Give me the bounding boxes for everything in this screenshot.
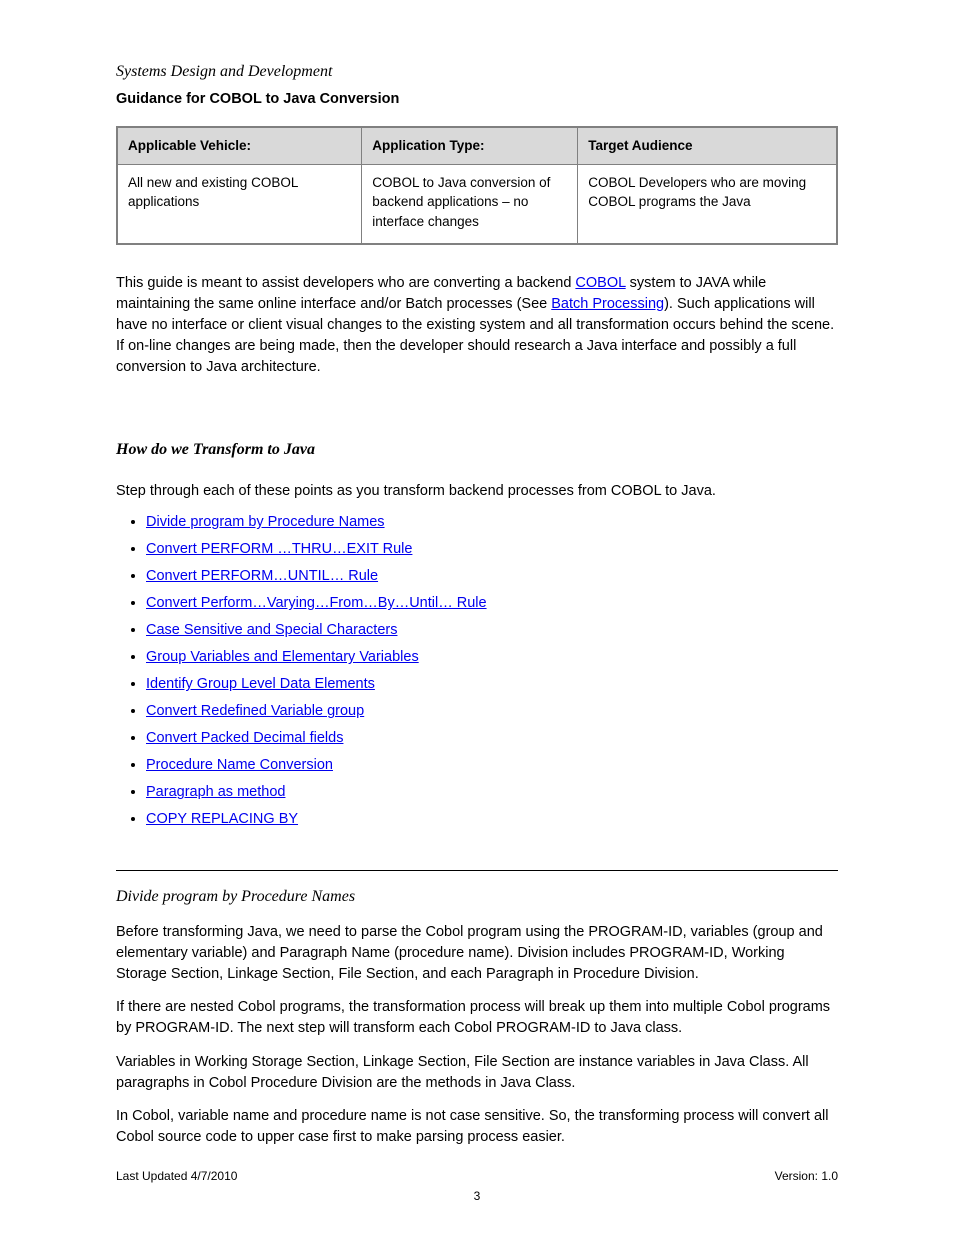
step-link[interactable]: Paragraph as method [146,784,285,800]
step-link[interactable]: Group Variables and Elementary Variables [146,649,419,665]
th-apptype: Application Type: [362,127,578,164]
step-link[interactable]: Convert PERFORM…UNTIL… Rule [146,568,378,584]
link-cobol[interactable]: COBOL [575,275,625,291]
body-paragraph: If there are nested Cobol programs, the … [116,997,838,1039]
step-link[interactable]: Convert Packed Decimal fields [146,730,343,746]
body-paragraph: Before transforming Java, we need to par… [116,922,838,985]
list-item: Procedure Name Conversion [146,755,838,776]
link-batch-processing[interactable]: Batch Processing [551,296,664,312]
step-link[interactable]: Divide program by Procedure Names [146,514,385,530]
step-link[interactable]: Convert PERFORM …THRU…EXIT Rule [146,541,412,557]
page-number: 3 [0,1188,954,1205]
step-link[interactable]: Identify Group Level Data Elements [146,676,375,692]
list-item: Convert Perform…Varying…From…By…Until… R… [146,593,838,614]
table-header-row: Applicable Vehicle: Application Type: Ta… [117,127,837,164]
section-heading-divide: Divide program by Procedure Names [116,885,838,908]
table-row: All new and existing COBOL applications … [117,164,837,244]
step-link[interactable]: COPY REPLACING BY [146,811,298,827]
list-item: Convert Packed Decimal fields [146,728,838,749]
footer-version: Version: 1.0 [775,1168,838,1185]
list-item: Case Sensitive and Special Characters [146,620,838,641]
intro-text: This guide is meant to assist developers… [116,275,575,291]
list-item: Group Variables and Elementary Variables [146,647,838,668]
td-apptype: COBOL to Java conversion of backend appl… [362,164,578,244]
footer-last-updated: Last Updated 4/7/2010 [116,1168,237,1185]
step-link[interactable]: Case Sensitive and Special Characters [146,622,397,638]
td-vehicle: All new and existing COBOL applications [117,164,362,244]
list-item: Divide program by Procedure Names [146,512,838,533]
steps-intro: Step through each of these points as you… [116,481,838,502]
step-link[interactable]: Convert Redefined Variable group [146,703,364,719]
footer: Last Updated 4/7/2010 Version: 1.0 [116,1168,838,1185]
list-item: Convert PERFORM …THRU…EXIT Rule [146,539,838,560]
intro-paragraph: This guide is meant to assist developers… [116,273,838,378]
list-item: COPY REPLACING BY [146,809,838,830]
section-divider [116,870,838,871]
step-link[interactable]: Convert Perform…Varying…From…By…Until… R… [146,595,487,611]
list-item: Convert PERFORM…UNTIL… Rule [146,566,838,587]
body-paragraph: In Cobol, variable name and procedure na… [116,1106,838,1148]
step-link[interactable]: Procedure Name Conversion [146,757,333,773]
td-audience: COBOL Developers who are moving COBOL pr… [578,164,837,244]
page-title: Systems Design and Development [116,60,838,83]
info-table: Applicable Vehicle: Application Type: Ta… [116,126,838,245]
th-vehicle: Applicable Vehicle: [117,127,362,164]
page-subtitle: Guidance for COBOL to Java Conversion [116,89,838,110]
steps-list: Divide program by Procedure Names Conver… [146,512,838,830]
th-audience: Target Audience [578,127,837,164]
heading-transform: How do we Transform to Java [116,438,838,461]
list-item: Paragraph as method [146,782,838,803]
list-item: Convert Redefined Variable group [146,701,838,722]
list-item: Identify Group Level Data Elements [146,674,838,695]
body-paragraph: Variables in Working Storage Section, Li… [116,1052,838,1094]
